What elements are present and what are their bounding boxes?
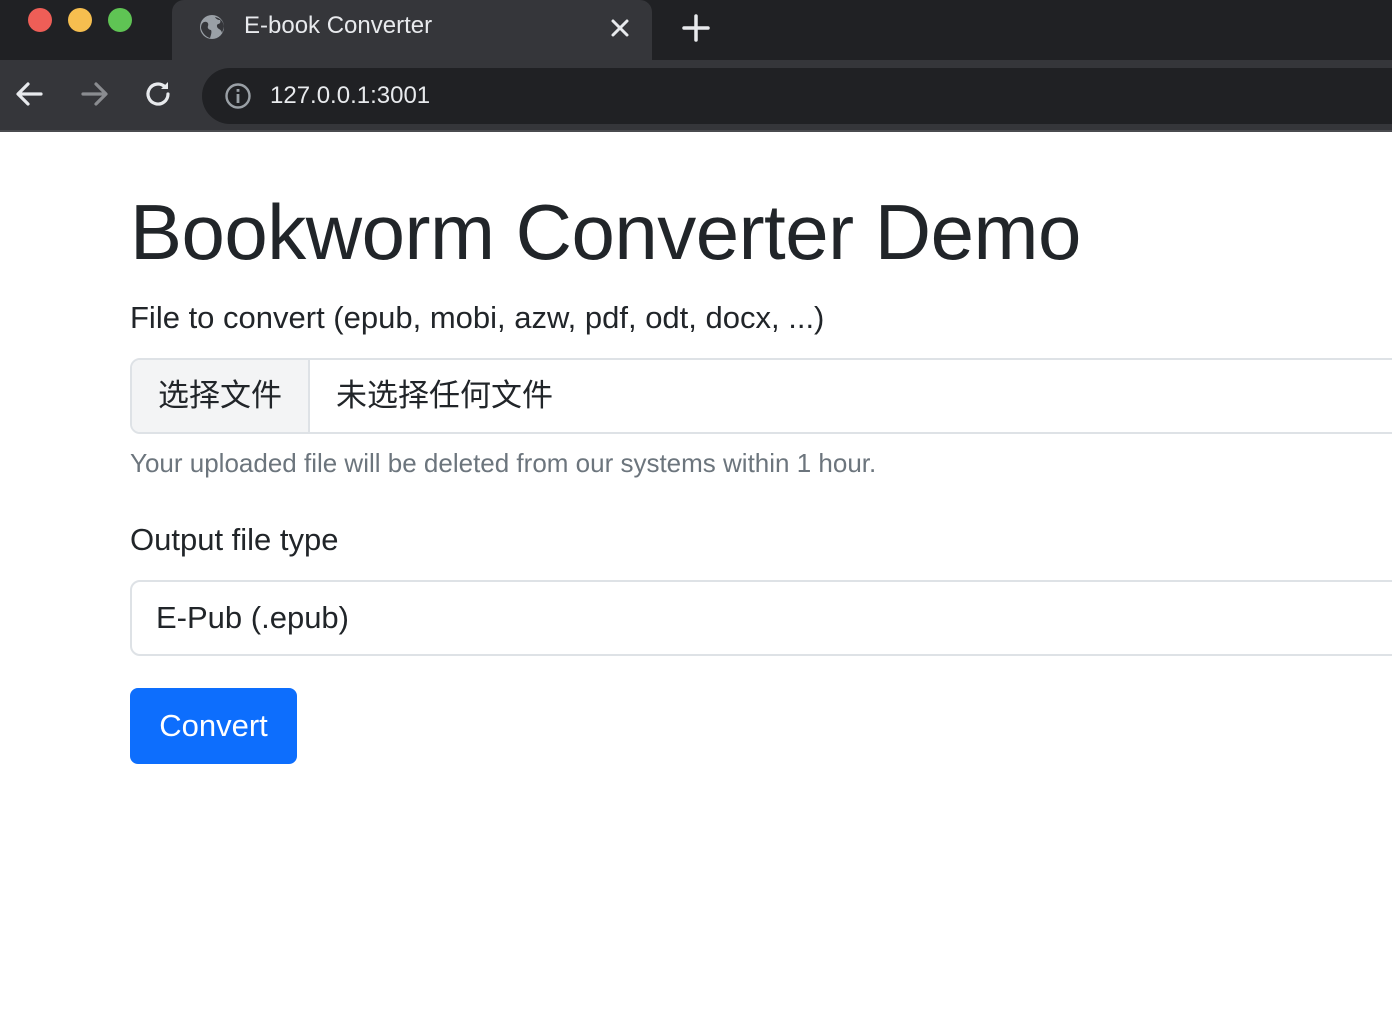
file-status-text: 未选择任何文件	[336, 378, 553, 414]
output-type-select[interactable]: E-Pub (.epub)	[130, 580, 1392, 656]
reload-icon[interactable]	[142, 78, 174, 110]
browser-window: E-book Converter 127.0.0.1:3001 Bookworm…	[0, 0, 1392, 1018]
window-close-button[interactable]	[28, 8, 52, 32]
close-icon[interactable]	[606, 14, 634, 42]
info-icon[interactable]	[224, 82, 252, 110]
output-type-label: Output file type	[130, 522, 339, 557]
file-input[interactable]: 选择文件 未选择任何文件	[130, 358, 1392, 434]
file-help-text: Your uploaded file will be deleted from …	[130, 448, 877, 478]
page-content: Bookworm Converter Demo File to convert …	[0, 132, 1392, 1018]
page-title: Bookworm Converter Demo	[130, 188, 1081, 276]
address-bar[interactable]: 127.0.0.1:3001	[202, 68, 1392, 124]
arrow-right-icon[interactable]	[78, 78, 110, 110]
tab-title: E-book Converter	[244, 12, 433, 39]
convert-button[interactable]: Convert	[130, 688, 297, 764]
window-maximize-button[interactable]	[108, 8, 132, 32]
browser-toolbar: 127.0.0.1:3001	[0, 60, 1392, 132]
globe-icon	[200, 15, 224, 39]
tab-strip: E-book Converter	[0, 0, 1392, 60]
plus-icon[interactable]	[680, 12, 712, 44]
file-field-label: File to convert (epub, mobi, azw, pdf, o…	[130, 300, 825, 335]
arrow-left-icon[interactable]	[14, 78, 46, 110]
url-text: 127.0.0.1:3001	[270, 82, 431, 109]
window-minimize-button[interactable]	[68, 8, 92, 32]
output-type-selected-value: E-Pub (.epub)	[156, 600, 349, 635]
choose-file-button[interactable]: 选择文件	[132, 360, 310, 432]
browser-tab[interactable]: E-book Converter	[172, 0, 652, 60]
